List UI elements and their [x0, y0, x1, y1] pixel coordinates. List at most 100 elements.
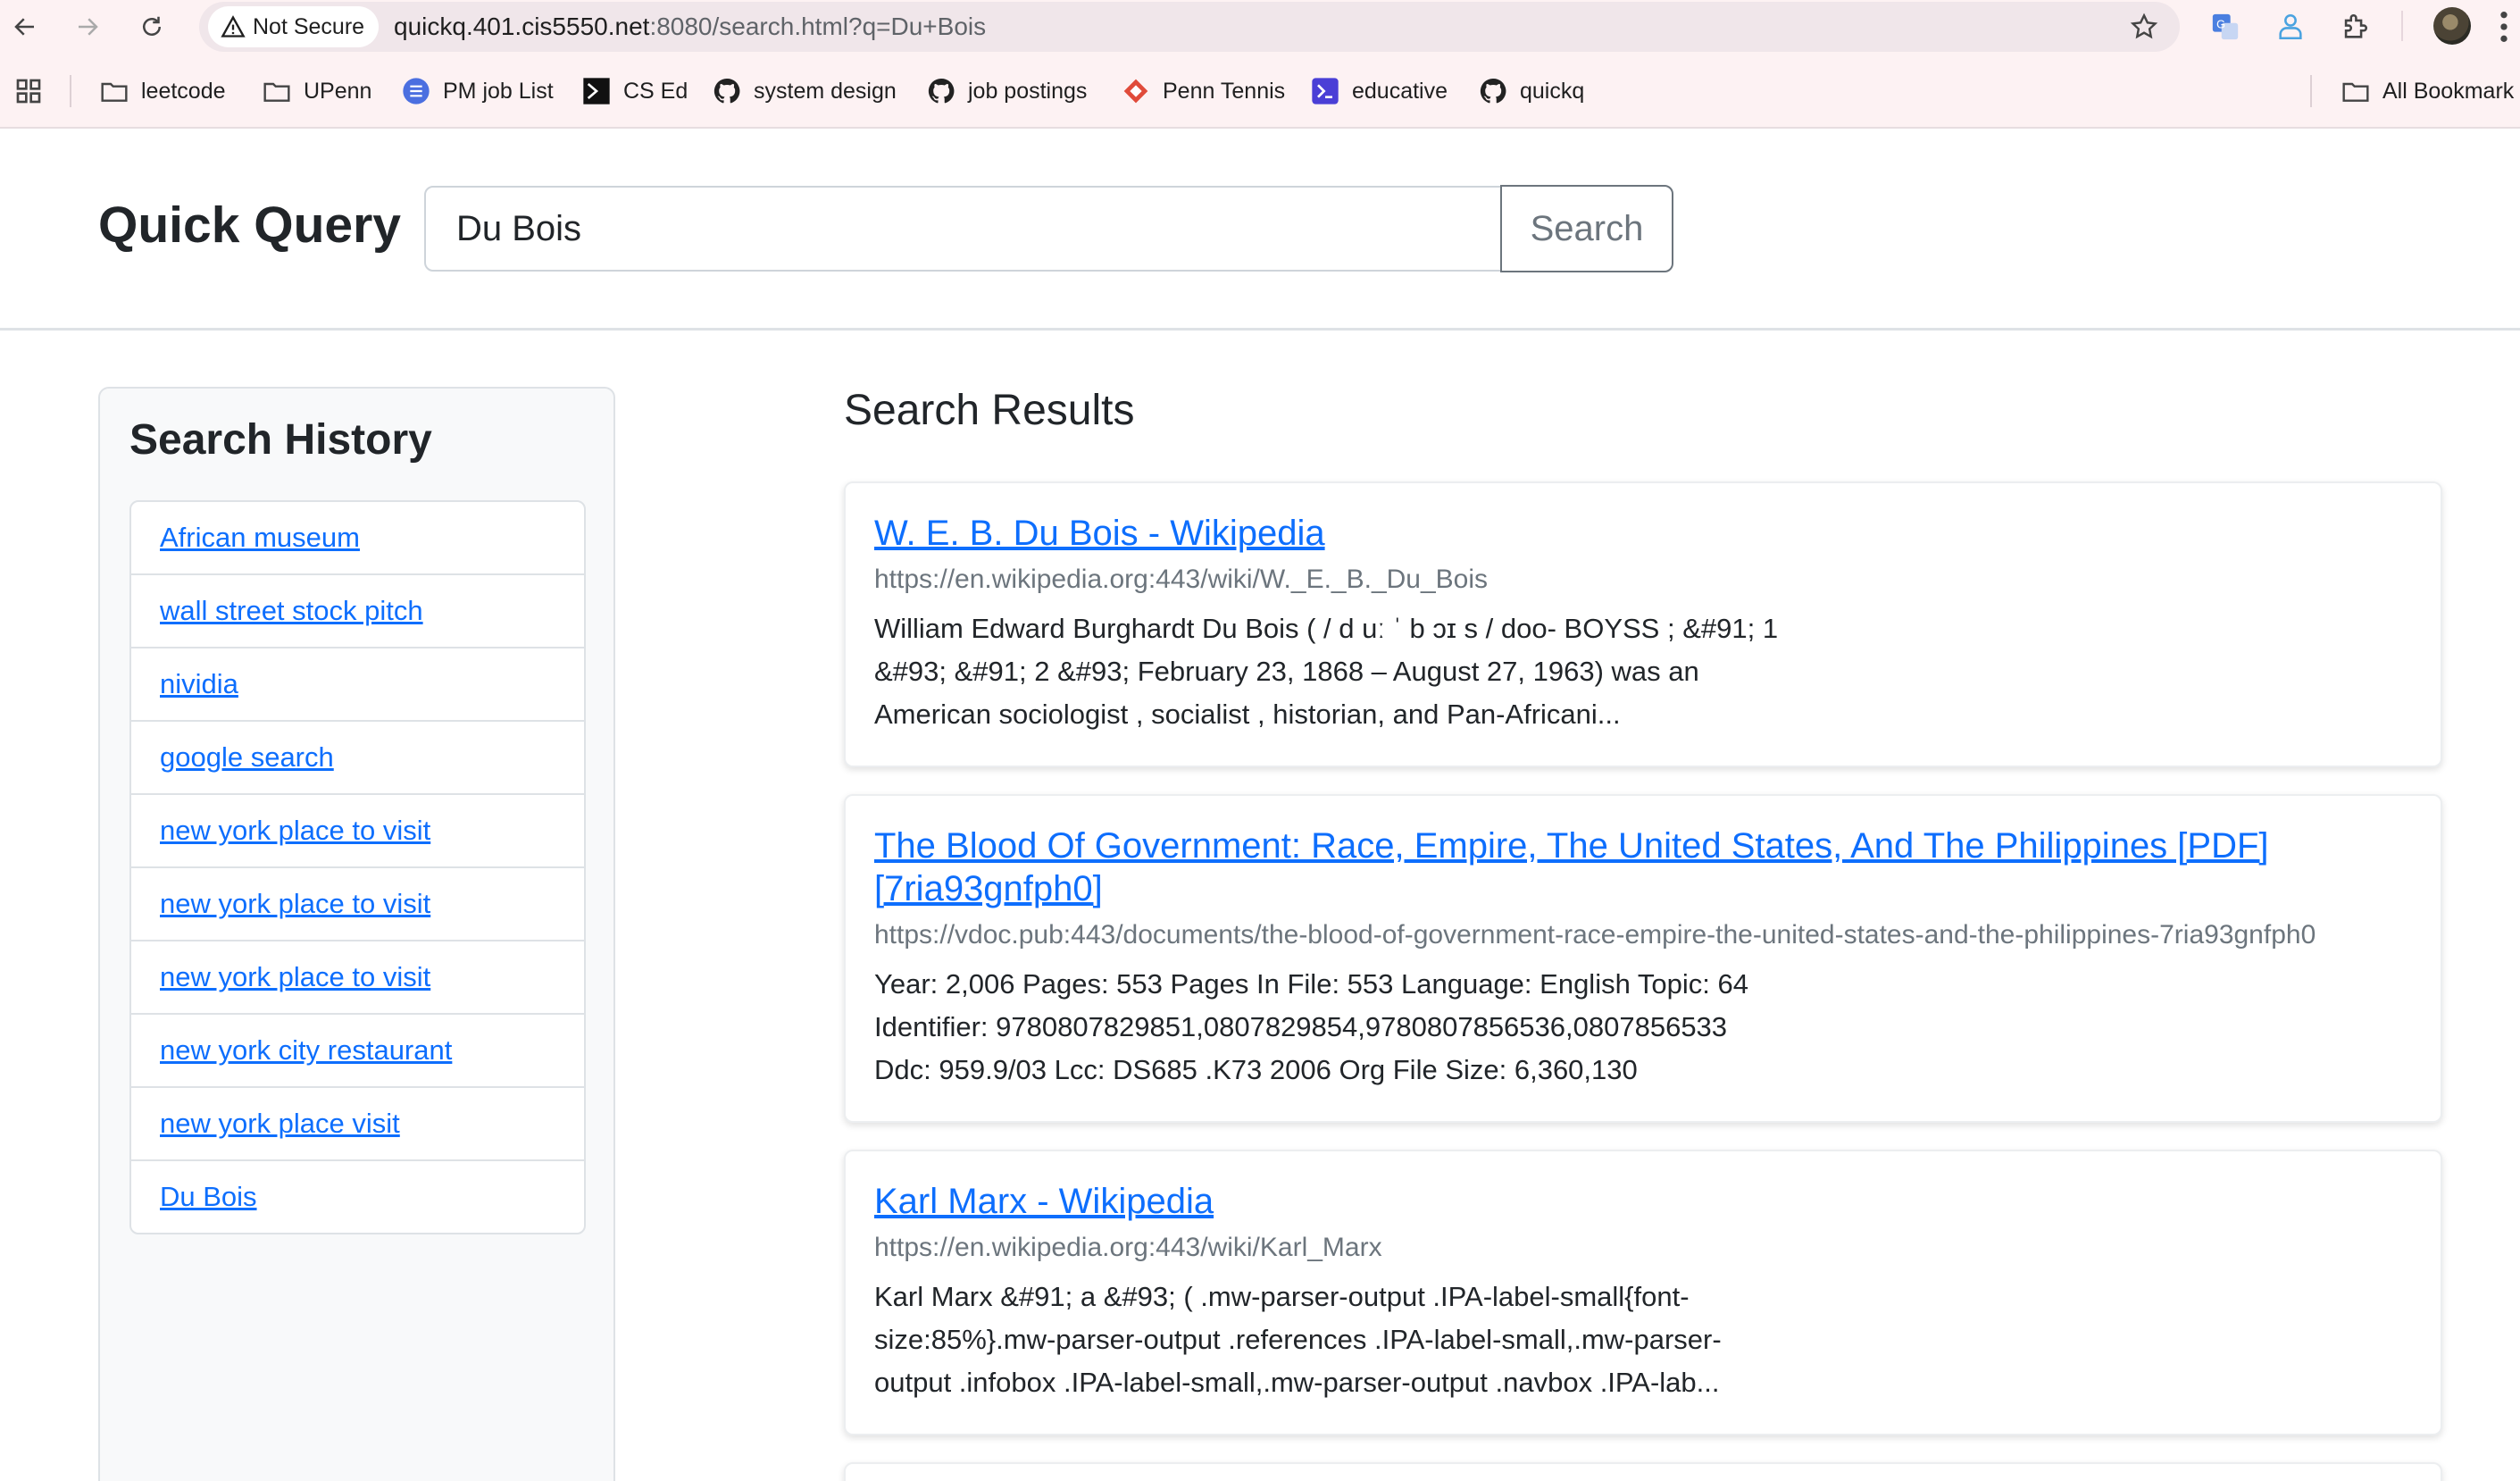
- back-button[interactable]: [7, 9, 43, 45]
- bookmarks-divider: [70, 75, 71, 107]
- extensions-button[interactable]: [2335, 7, 2374, 46]
- result-card: W. E. B. Du Bois - Wikipedia https://en.…: [844, 481, 2442, 767]
- reload-button[interactable]: [134, 9, 170, 45]
- result-title-link[interactable]: W. E. B. Du Bois - Wikipedia: [874, 512, 2428, 555]
- history-link[interactable]: new york place to visit: [160, 815, 430, 847]
- arrow-left-icon: [14, 18, 34, 36]
- history-link[interactable]: new york city restaurant: [160, 1034, 452, 1067]
- folder-icon: [2342, 82, 2369, 102]
- result-snippet: Year: 2,006 Pages: 553 Pages In File: 55…: [874, 968, 1748, 1085]
- bookmark-label: leetcode: [141, 78, 226, 104]
- bookmark-star-icon[interactable]: [2130, 13, 2158, 41]
- bookmark-system-design[interactable]: system design: [713, 54, 897, 129]
- bookmark-educative[interactable]: educative: [1311, 54, 1448, 129]
- history-item: nividia: [131, 648, 584, 722]
- url-path: :8080/search.html?q=Du+Bois: [649, 13, 987, 40]
- search-history-list: African museum wall street stock pitch n…: [129, 500, 586, 1234]
- result-url: https://en.wikipedia.org:443/wiki/Karl_M…: [874, 1233, 1382, 1262]
- apps-grid-icon: [16, 79, 41, 104]
- history-item: Du Bois: [131, 1161, 584, 1233]
- history-item: google search: [131, 722, 584, 795]
- search-input[interactable]: [424, 186, 1502, 272]
- bookmark-upenn[interactable]: UPenn: [263, 54, 371, 129]
- bookmark-label: PM job List: [443, 78, 554, 104]
- url-text[interactable]: quickq.401.cis5550.net:8080/search.html?…: [394, 2, 986, 52]
- history-item: new york place to visit: [131, 868, 584, 941]
- brand-title: Quick Query: [98, 197, 401, 254]
- warning-icon: [221, 15, 246, 38]
- bookmark-penn-tennis[interactable]: Penn Tennis: [1122, 54, 1285, 129]
- result-url: https://en.wikipedia.org:443/wiki/W._E._…: [874, 565, 1489, 594]
- security-chip[interactable]: Not Secure: [208, 6, 380, 47]
- github-icon: [713, 78, 740, 104]
- translate-extension[interactable]: G: [2206, 7, 2245, 46]
- educative-icon: [1312, 78, 1339, 105]
- terminal-icon: [583, 78, 610, 105]
- history-link[interactable]: new york place visit: [160, 1108, 400, 1140]
- apps-button[interactable]: [14, 54, 43, 129]
- history-link[interactable]: new york place to visit: [160, 888, 430, 920]
- menu-kebab-icon[interactable]: [2498, 9, 2510, 45]
- page-header: Quick Query Search: [0, 129, 2520, 331]
- reload-icon: [143, 16, 161, 36]
- github-icon: [1480, 78, 1506, 104]
- result-card: Karl Marx - Wikipedia https://en.wikiped…: [844, 1150, 2442, 1435]
- arrow-right-icon: [79, 18, 98, 36]
- history-item: new york place to visit: [131, 795, 584, 868]
- history-item: wall street stock pitch: [131, 575, 584, 648]
- forward-button[interactable]: [70, 9, 105, 45]
- person-upload-icon: [2279, 13, 2302, 40]
- folder-icon: [263, 82, 290, 102]
- diamond-icon: [1123, 79, 1148, 104]
- history-link[interactable]: Du Bois: [160, 1181, 257, 1213]
- github-icon: [928, 78, 955, 104]
- address-bar[interactable]: Not Secure quickq.401.cis5550.net:8080/s…: [199, 2, 2180, 52]
- history-item: new york city restaurant: [131, 1015, 584, 1088]
- result-card: The Blood Of Government: Race, Empire, T…: [844, 794, 2442, 1123]
- folder-icon: [101, 82, 128, 102]
- search-results-title: Search Results: [844, 387, 1135, 434]
- history-link[interactable]: nividia: [160, 668, 238, 700]
- bookmarks-bar: leetcode UPenn PM job List CS Ed system …: [0, 54, 2520, 129]
- history-item: new york place visit: [131, 1088, 584, 1161]
- search-history-title: Search History: [129, 416, 432, 464]
- bookmark-label: educative: [1352, 78, 1448, 104]
- all-bookmarks-label: All Bookmark: [2382, 78, 2515, 104]
- bookmark-label: job postings: [968, 78, 1088, 104]
- url-host: quickq.401.cis5550.net: [394, 13, 650, 40]
- bookmark-pm-job-list[interactable]: PM job List: [402, 54, 554, 129]
- search-history-panel: Search History African museum wall stree…: [98, 387, 615, 1481]
- bookmark-job-postings[interactable]: job postings: [927, 54, 1087, 129]
- bookmark-label: UPenn: [304, 78, 372, 104]
- bookmark-label: Penn Tennis: [1163, 78, 1286, 104]
- browser-toolbar: Not Secure quickq.401.cis5550.net:8080/s…: [0, 0, 2520, 54]
- history-link[interactable]: African museum: [160, 522, 360, 554]
- profile-avatar[interactable]: [2433, 7, 2471, 45]
- all-bookmarks[interactable]: All Bookmark: [2341, 54, 2514, 129]
- history-item: new york place to visit: [131, 941, 584, 1015]
- result-card: [844, 1462, 2442, 1481]
- result-url: https://vdoc.pub:443/documents/the-blood…: [874, 920, 2316, 950]
- result-snippet: Karl Marx &#91; a &#93; ( .mw-parser-out…: [874, 1281, 1722, 1398]
- result-snippet: William Edward Burghardt Du Bois ( / d u…: [874, 613, 1779, 730]
- bookmarks-divider: [2310, 75, 2312, 107]
- bookmark-quickq[interactable]: quickq: [1479, 54, 1584, 129]
- bookmark-label: system design: [754, 78, 897, 104]
- bookmark-label: CS Ed: [623, 78, 688, 104]
- search-button[interactable]: Search: [1500, 185, 1673, 272]
- history-link[interactable]: google search: [160, 741, 334, 774]
- result-title-link[interactable]: Karl Marx - Wikipedia: [874, 1180, 2428, 1223]
- toolbar-divider: [2401, 11, 2403, 41]
- history-item: African museum: [131, 502, 584, 575]
- svg-text:G: G: [2216, 17, 2225, 30]
- upload-extension[interactable]: [2271, 7, 2310, 46]
- list-icon: [403, 78, 430, 105]
- history-link[interactable]: new york place to visit: [160, 961, 430, 993]
- security-label: Not Secure: [253, 13, 365, 39]
- bookmark-cs-ed[interactable]: CS Ed: [582, 54, 688, 129]
- bookmark-label: quickq: [1520, 78, 1585, 104]
- result-title-link[interactable]: The Blood Of Government: Race, Empire, T…: [874, 824, 2428, 910]
- history-link[interactable]: wall street stock pitch: [160, 595, 423, 627]
- translate-icon: G: [2212, 13, 2239, 40]
- bookmark-leetcode[interactable]: leetcode: [100, 54, 226, 129]
